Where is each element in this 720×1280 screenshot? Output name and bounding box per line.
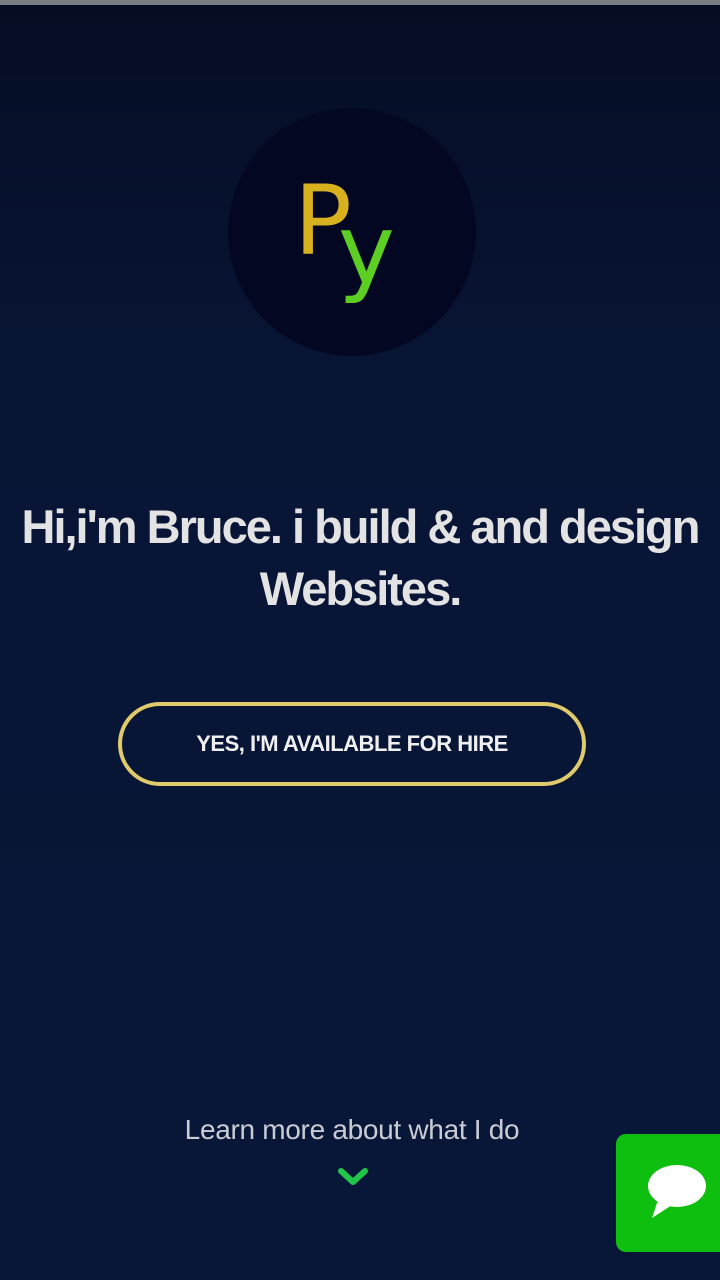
learn-more-link[interactable]: Learn more about what I do	[0, 1110, 704, 1150]
logo: P y	[228, 108, 476, 356]
hero-headline: Hi,i'm Bruce. i build & and design Websi…	[0, 496, 720, 620]
headline-line-2: Websites.	[259, 562, 463, 615]
chat-bubble-icon	[648, 1165, 706, 1218]
chevron-down-icon[interactable]	[336, 1164, 370, 1190]
chat-button[interactable]	[616, 1134, 720, 1252]
hire-button-label: YES, I'M AVAILABLE FOR HIRE	[196, 731, 508, 756]
logo-letter-y: y	[338, 194, 395, 306]
hire-button[interactable]: YES, I'M AVAILABLE FOR HIRE	[118, 702, 586, 786]
python-logo-icon: P y	[294, 165, 395, 306]
headline-line-1: Hi,i'm Bruce. i build & and design	[21, 500, 701, 553]
status-strip	[0, 0, 720, 5]
